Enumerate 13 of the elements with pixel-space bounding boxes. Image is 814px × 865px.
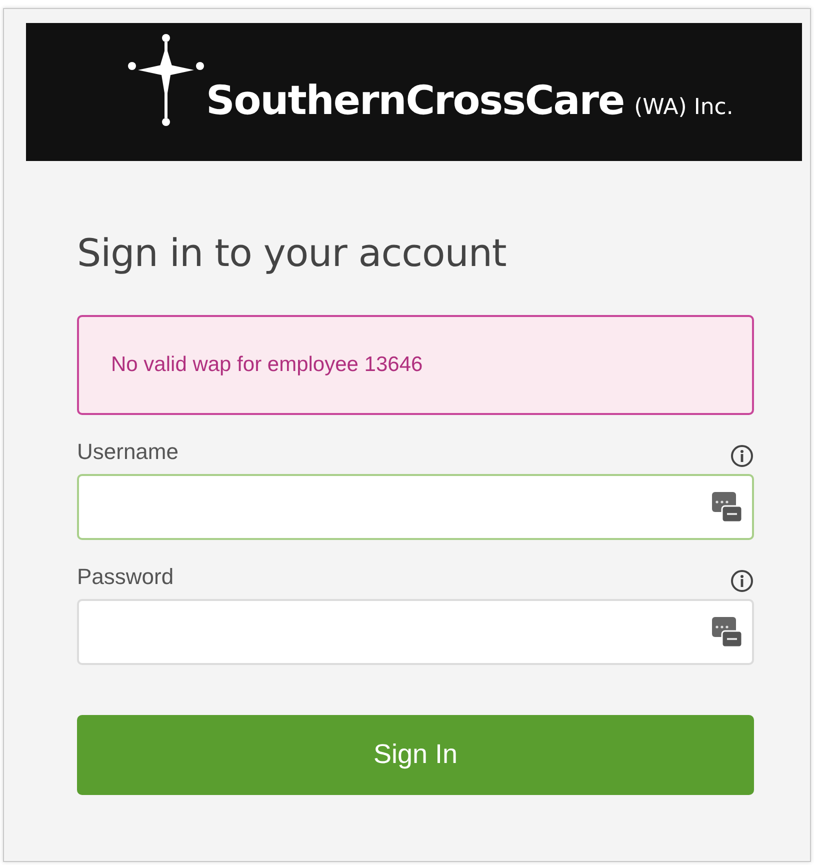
info-icon[interactable] [730, 444, 754, 468]
error-message: No valid wap for employee 13646 [111, 352, 423, 378]
input-field[interactable] [77, 598, 754, 665]
password-manager-icon[interactable] [710, 614, 744, 649]
logo-suffix: (WA) Inc. [634, 94, 734, 122]
logo-text: SouthernCrossCare [206, 77, 624, 126]
info-icon[interactable] [730, 568, 754, 593]
field-label: Password [77, 562, 174, 591]
page-heading: Sign in to your account [77, 231, 508, 277]
input-field[interactable] [77, 474, 754, 540]
field-label: Username [77, 438, 178, 466]
sign-in-button[interactable]: Sign In [77, 714, 754, 795]
password-manager-icon[interactable] [710, 490, 744, 524]
